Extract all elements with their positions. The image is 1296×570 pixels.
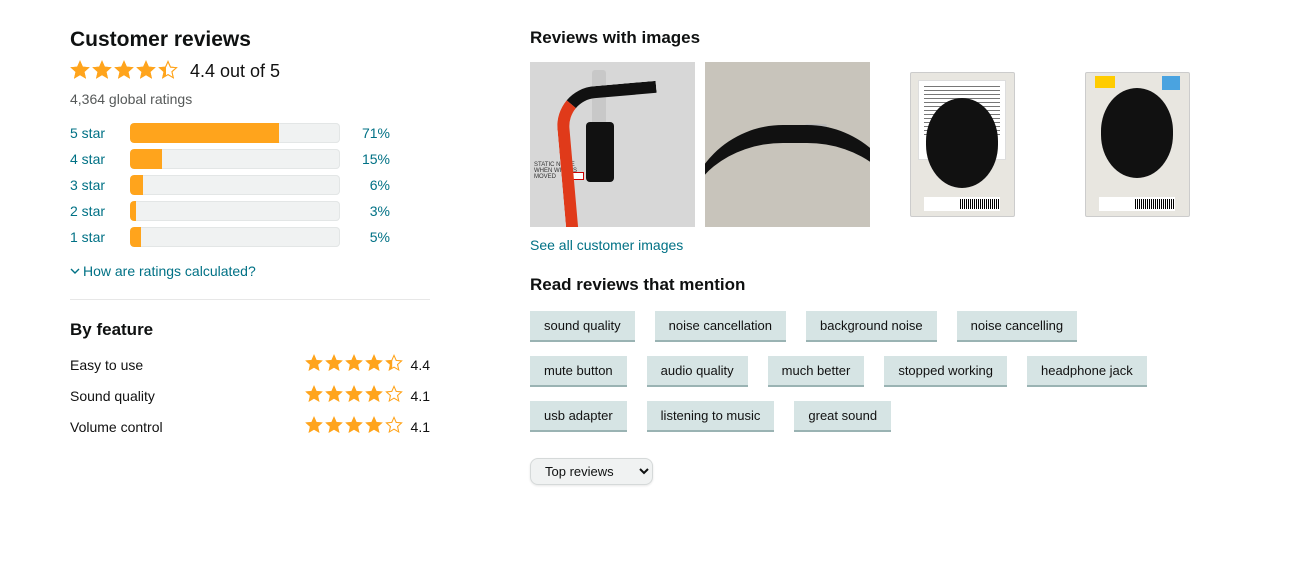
histogram-bar-track [130, 175, 340, 195]
histogram-bar-track [130, 201, 340, 221]
feature-row: Easy to use 4.4 [70, 354, 430, 375]
histogram-star-label[interactable]: 3 star [70, 177, 120, 193]
sort-reviews-select[interactable]: Top reviews [530, 458, 653, 485]
star-rating-icon [305, 354, 403, 375]
star-rating-icon [70, 60, 178, 83]
histogram-star-label[interactable]: 1 star [70, 229, 120, 245]
how-ratings-calculated-label: How are ratings calculated? [83, 263, 256, 279]
mention-tag-cloud: sound quality noise cancellation backgroun… [530, 311, 1190, 432]
mention-tag[interactable]: background noise [806, 311, 937, 342]
mention-tag[interactable]: noise cancelling [957, 311, 1078, 342]
reviews-detail-column: Reviews with images STATIC NOISE WHEN WI… [530, 28, 1226, 485]
histogram-percent[interactable]: 15% [350, 151, 390, 167]
customer-reviews-summary: Customer reviews 4.4 out of 5 4,364 glob… [70, 28, 430, 485]
feature-name: Sound quality [70, 388, 155, 404]
mention-tag[interactable]: stopped working [884, 356, 1007, 387]
histogram-star-label[interactable]: 5 star [70, 125, 120, 141]
histogram-bar-fill [130, 123, 279, 143]
histogram-star-label[interactable]: 2 star [70, 203, 120, 219]
histogram-percent[interactable]: 5% [350, 229, 390, 245]
feature-score: 4.1 [411, 419, 430, 435]
star-rating-icon [305, 416, 403, 437]
how-ratings-calculated-link[interactable]: How are ratings calculated? [70, 263, 256, 279]
mention-tag[interactable]: headphone jack [1027, 356, 1147, 387]
star-rating-icon [305, 385, 403, 406]
reviews-with-images-heading: Reviews with images [530, 28, 1226, 48]
histogram-bar-fill [130, 149, 162, 169]
histogram-star-label[interactable]: 4 star [70, 151, 120, 167]
feature-score: 4.1 [411, 388, 430, 404]
mention-tag[interactable]: noise cancellation [655, 311, 786, 342]
mention-tag[interactable]: usb adapter [530, 401, 627, 432]
histogram-row[interactable]: 2 star 3% [70, 201, 430, 221]
histogram-row[interactable]: 4 star 15% [70, 149, 430, 169]
histogram-row[interactable]: 3 star 6% [70, 175, 430, 195]
customer-reviews-heading: Customer reviews [70, 28, 430, 52]
mention-tag[interactable]: great sound [794, 401, 891, 432]
histogram-bar-fill [130, 201, 136, 221]
mention-tag[interactable]: much better [768, 356, 865, 387]
feature-name: Easy to use [70, 357, 143, 373]
feature-name: Volume control [70, 419, 163, 435]
review-image-thumbnail[interactable] [705, 62, 870, 227]
mention-tag[interactable]: audio quality [647, 356, 748, 387]
see-all-customer-images-link[interactable]: See all customer images [530, 237, 683, 253]
mention-tag[interactable]: listening to music [647, 401, 775, 432]
feature-row: Sound quality 4.1 [70, 385, 430, 406]
review-image-thumbnail[interactable] [880, 62, 1045, 227]
histogram-row[interactable]: 5 star 71% [70, 123, 430, 143]
global-ratings-count: 4,364 global ratings [70, 91, 430, 107]
overall-rating-row: 4.4 out of 5 [70, 60, 430, 83]
histogram-bar-track [130, 123, 340, 143]
histogram-bar-fill [130, 175, 143, 195]
review-image-thumbnail[interactable]: STATIC NOISE WHEN WIRE IS MOVED [530, 62, 695, 227]
read-reviews-mention-heading: Read reviews that mention [530, 275, 1226, 295]
histogram-bar-track [130, 149, 340, 169]
feature-score: 4.4 [411, 357, 430, 373]
feature-row: Volume control 4.1 [70, 416, 430, 437]
mention-tag[interactable]: mute button [530, 356, 627, 387]
divider [70, 299, 430, 300]
histogram-bar-track [130, 227, 340, 247]
histogram-row[interactable]: 1 star 5% [70, 227, 430, 247]
chevron-down-icon [70, 263, 80, 279]
histogram-percent[interactable]: 71% [350, 125, 390, 141]
review-image-thumbnail[interactable] [1055, 62, 1220, 227]
histogram-percent[interactable]: 3% [350, 203, 390, 219]
mention-tag[interactable]: sound quality [530, 311, 635, 342]
review-images-strip: STATIC NOISE WHEN WIRE IS MOVED [530, 62, 1226, 227]
histogram-bar-fill [130, 227, 141, 247]
histogram-percent[interactable]: 6% [350, 177, 390, 193]
feature-ratings-list: Easy to use 4.4 Sound quality 4.1 Volume… [70, 354, 430, 437]
overall-rating-text: 4.4 out of 5 [190, 61, 280, 82]
by-feature-heading: By feature [70, 320, 430, 340]
rating-histogram: 5 star 71% 4 star 15% 3 star 6% 2 star 3… [70, 123, 430, 247]
